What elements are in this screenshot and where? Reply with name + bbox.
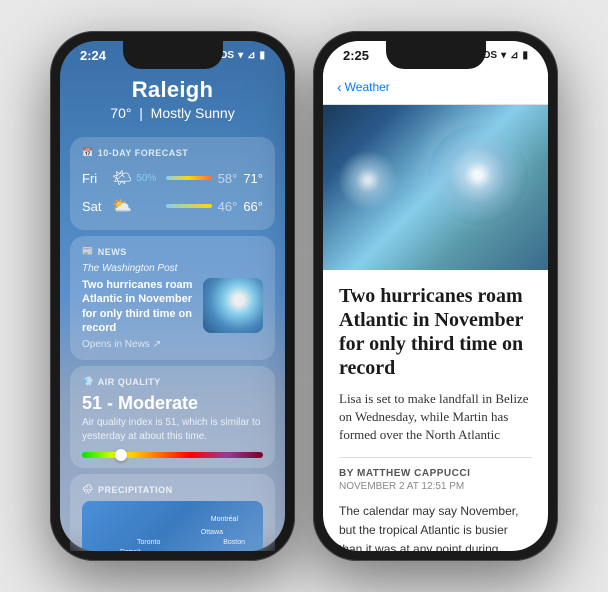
forecast-title: 📅 10-DAY FORECAST <box>82 147 263 158</box>
news-card[interactable]: 📰 NEWS The Washington Post Two hurricane… <box>70 236 275 360</box>
city-boston: Boston <box>223 539 245 546</box>
hurricane-swirl-2 <box>333 145 403 215</box>
back-button[interactable]: ‹ Weather <box>337 79 390 95</box>
aq-indicator <box>115 449 127 461</box>
hurricane-thumbnail <box>203 278 263 333</box>
city-toronto: Toronto <box>137 539 160 546</box>
news-link[interactable]: Opens in News ↗ <box>82 339 195 350</box>
article-subhead: Lisa is set to make landfall in Belize o… <box>339 390 532 445</box>
article-body-text: The calendar may say November, but the t… <box>339 504 528 551</box>
right-screen: 2:25 SOS ▾ ⊿ ▮ ‹ Weather <box>323 41 548 551</box>
forecast-row-fri: Fri 🌤 50% 58° 71° <box>82 164 263 192</box>
news-body: Two hurricanes roam Atlantic in November… <box>82 278 263 350</box>
news-title: 📰 NEWS <box>82 246 263 257</box>
time-right: 2:25 <box>343 48 369 63</box>
forecast-day-fri: Fri <box>82 171 112 186</box>
wifi-icon-right: ⊿ <box>510 50 518 61</box>
weather-header: Raleigh 70° | Mostly Sunny <box>60 69 285 131</box>
cloud-icon: 🌧 <box>82 484 94 495</box>
signal-icon: ▾ <box>238 50 243 61</box>
air-icon: 💨 <box>82 376 94 387</box>
temp-bar-fri <box>160 176 217 180</box>
forecast-icon-sat: ⛅ <box>112 196 132 216</box>
article-date: NOVEMBER 2 AT 12:51 PM <box>339 481 532 492</box>
forecast-precip-fri: 50% <box>132 173 160 184</box>
temp-bar-sat <box>160 204 218 208</box>
air-quality-title: 💨 AIR QUALITY <box>82 376 263 387</box>
news-image <box>203 278 263 333</box>
right-phone: 2:25 SOS ▾ ⊿ ▮ ‹ Weather <box>313 31 558 561</box>
article-text: The calendar may say November, but the t… <box>339 502 532 551</box>
aq-desc: Air quality index is 51, which is simila… <box>82 416 263 444</box>
left-screen: 2:24 SOS ▾ ⊿ ▮ Raleigh 70° | Mostly Sunn… <box>60 41 285 551</box>
article-byline: BY MATTHEW CAPPUCCI <box>339 468 532 479</box>
battery-icon-right: ▮ <box>522 50 528 61</box>
article-hero-image <box>323 105 548 270</box>
news-text-block: Two hurricanes roam Atlantic in November… <box>82 278 195 350</box>
forecast-range-fri: 58° 71° <box>218 171 263 186</box>
air-quality-card[interactable]: 💨 AIR QUALITY 51 - Moderate Air quality … <box>70 366 275 468</box>
aq-bar <box>82 452 263 458</box>
wifi-icon: ⊿ <box>247 50 255 61</box>
forecast-range-sat: 46° 66° <box>218 199 263 214</box>
map-cities: Montréal Ottawa Boston Toronto New York … <box>82 501 263 551</box>
time-left: 2:24 <box>80 48 106 63</box>
article-content[interactable]: Two hurricanes roam Atlantic in November… <box>323 105 548 551</box>
calendar-icon: 📅 <box>82 147 94 158</box>
news-headline: Two hurricanes roam Atlantic in November… <box>82 278 195 335</box>
back-label: Weather <box>345 80 390 94</box>
city-ottawa: Ottawa <box>201 529 223 536</box>
map-area: Montréal Ottawa Boston Toronto New York … <box>82 501 263 551</box>
precipitation-card[interactable]: 🌧 PRECIPITATION Montréal Ottawa Boston T… <box>70 474 275 551</box>
temp-value: 70° <box>110 105 131 121</box>
article-divider <box>339 457 532 458</box>
forecast-row-sat: Sat ⛅ 46° 66° <box>82 192 263 220</box>
back-nav: ‹ Weather <box>323 69 548 105</box>
left-phone: 2:24 SOS ▾ ⊿ ▮ Raleigh 70° | Mostly Sunn… <box>50 31 295 561</box>
hurricane-swirl-1 <box>428 125 528 225</box>
temp-condition: 70° | Mostly Sunny <box>70 105 275 121</box>
forecast-day-sat: Sat <box>82 199 112 214</box>
aq-value: 51 - Moderate <box>82 393 263 414</box>
forecast-icon-fri: 🌤 <box>112 168 132 188</box>
forecast-card[interactable]: 📅 10-DAY FORECAST Fri 🌤 50% 58° 71° <box>70 137 275 230</box>
condition-value: Mostly Sunny <box>151 105 235 121</box>
phones-container: 2:24 SOS ▾ ⊿ ▮ Raleigh 70° | Mostly Sunn… <box>40 21 568 571</box>
article-body: Two hurricanes roam Atlantic in November… <box>323 270 548 551</box>
battery-icon: ▮ <box>259 50 265 61</box>
precip-title: 🌧 PRECIPITATION <box>82 484 263 495</box>
weather-content[interactable]: Raleigh 70° | Mostly Sunny 📅 10-DAY FORE… <box>60 69 285 551</box>
back-chevron-icon: ‹ <box>337 79 342 95</box>
city-detroit: Detroit <box>120 549 141 551</box>
city-montreal: Montréal <box>211 516 238 523</box>
signal-icon-right: ▾ <box>501 50 506 61</box>
news-source: The Washington Post <box>82 263 263 274</box>
notch-left <box>123 41 223 69</box>
notch-right <box>386 41 486 69</box>
news-icon: 📰 <box>82 246 94 257</box>
city-name: Raleigh <box>70 77 275 103</box>
article-headline: Two hurricanes roam Atlantic in November… <box>339 284 532 380</box>
